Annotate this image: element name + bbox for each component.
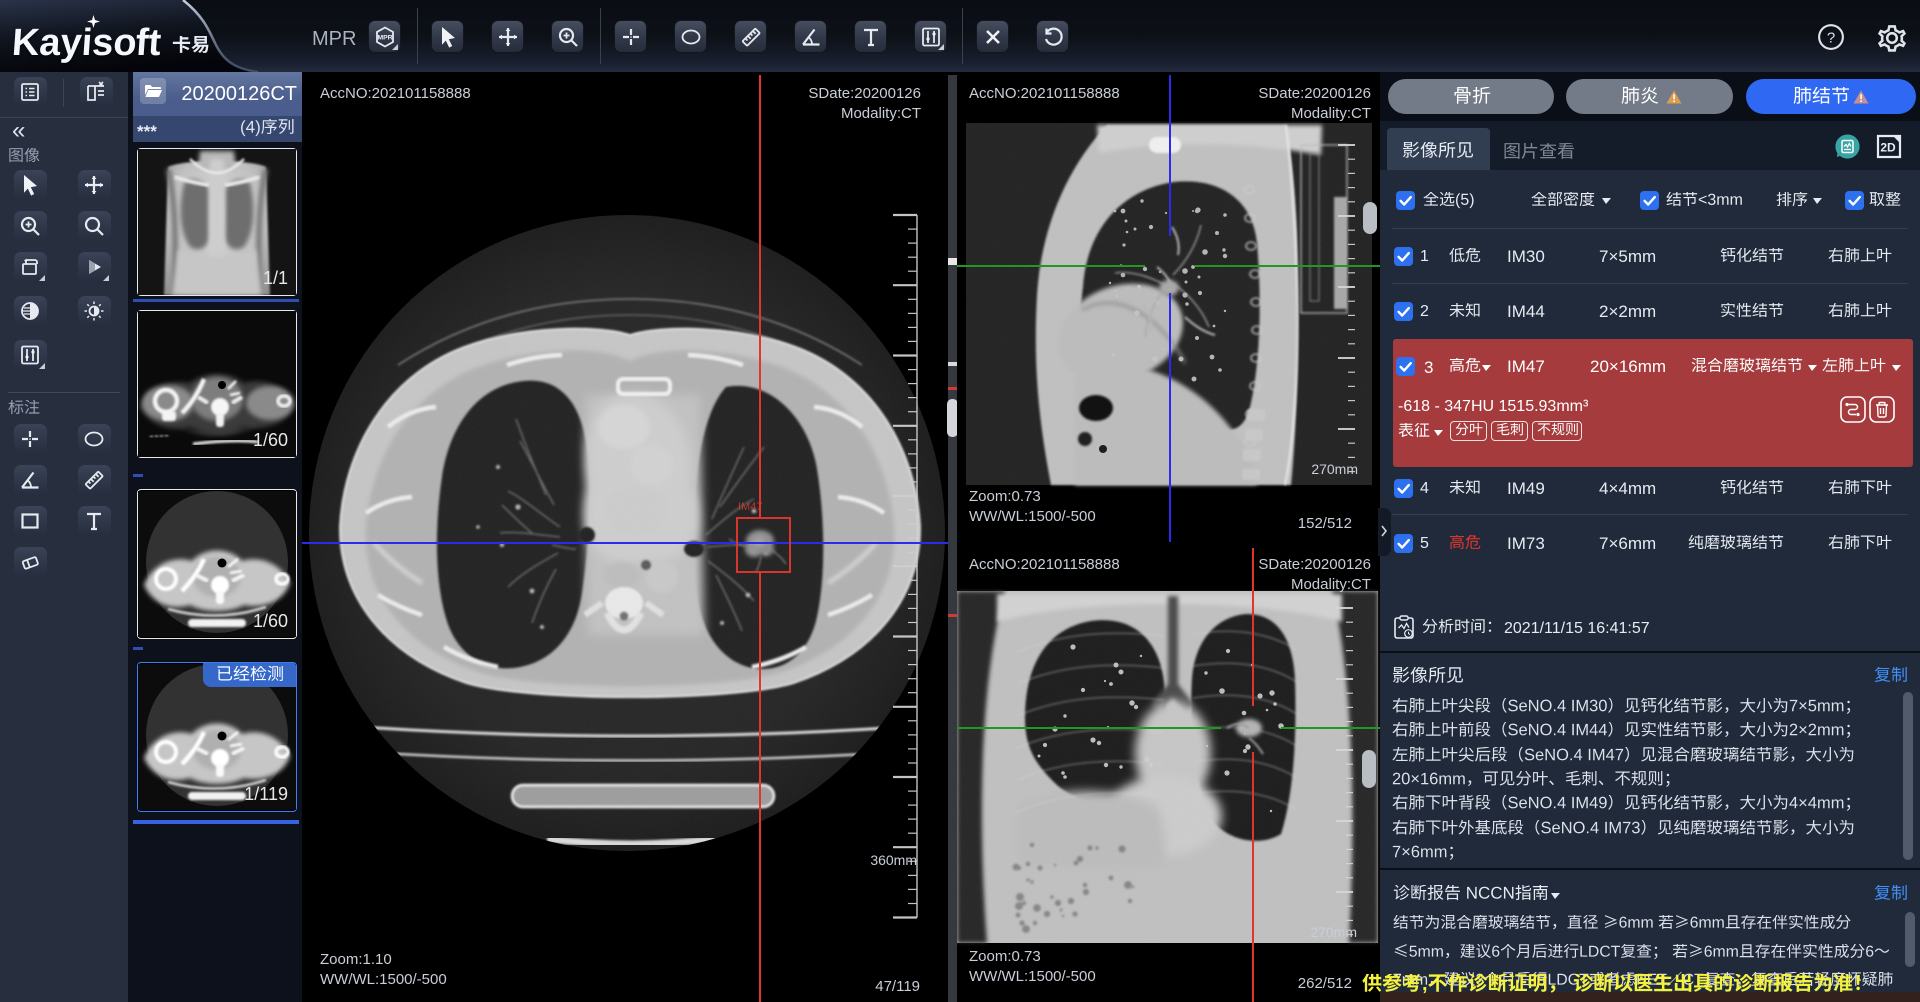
svg-text:?: ? (1827, 30, 1835, 47)
svg-text:MPR: MPR (377, 35, 392, 42)
svg-text:2D: 2D (1880, 141, 1896, 155)
